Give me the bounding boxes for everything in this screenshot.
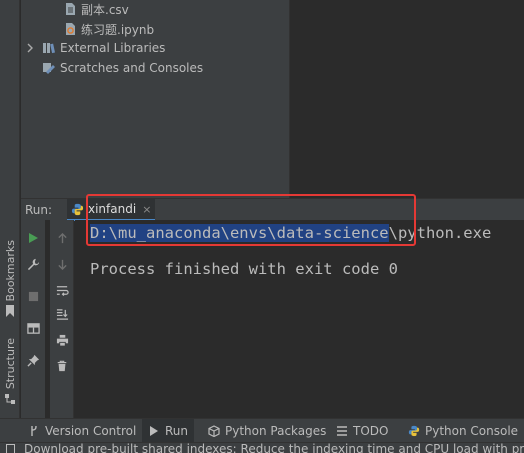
tab-run[interactable]: Run <box>142 419 195 443</box>
status-bar: Download pre-built shared indexes: Reduc… <box>0 442 524 453</box>
status-message[interactable]: Download pre-built shared indexes: Reduc… <box>24 443 524 453</box>
run-window-label: Run: <box>25 203 53 217</box>
clear-all-button[interactable] <box>54 358 70 374</box>
tree-item-label: 练习题.ipynb <box>81 22 155 37</box>
interpreter-exe: \python.exe <box>388 224 492 242</box>
console-line-command: D:\mu_anaconda\envs\data-science\python.… <box>90 224 491 242</box>
scroll-down-button[interactable] <box>54 256 70 272</box>
scroll-up-button[interactable] <box>54 230 70 246</box>
status-indicator-icon[interactable] <box>6 444 15 453</box>
tree-item-label: 副本.csv <box>81 2 129 17</box>
layout-icon <box>26 322 40 334</box>
run-toolbar-secondary <box>50 220 74 418</box>
scroll-to-end-button[interactable] <box>54 306 70 322</box>
tree-item-csv[interactable]: 副本.csv <box>63 0 129 19</box>
play-icon <box>29 233 38 243</box>
printer-icon <box>56 334 68 347</box>
python-icon <box>71 203 84 215</box>
editor-area <box>289 0 524 198</box>
pin-tab-button[interactable] <box>25 352 41 368</box>
tab-todo[interactable]: TODO <box>336 419 388 443</box>
soft-wrap-icon <box>56 285 69 296</box>
library-icon <box>43 43 55 54</box>
tree-item-scratches[interactable]: Scratches and Consoles <box>42 58 203 78</box>
bottom-tool-window-bar: Version Control Run Python Packages TODO… <box>0 418 524 443</box>
trash-icon <box>57 360 67 372</box>
chevron-right-icon[interactable] <box>25 43 35 53</box>
run-console-output[interactable]: D:\mu_anaconda\envs\data-science\python.… <box>75 220 524 418</box>
tree-item-label: External Libraries <box>60 41 166 55</box>
run-config-tab[interactable]: xinfandi × <box>67 199 156 221</box>
tab-label: TODO <box>353 424 389 438</box>
csv-file-icon <box>66 3 75 15</box>
version-control-icon <box>31 425 37 436</box>
soft-wrap-button[interactable] <box>54 282 70 298</box>
tab-label: Python Packages <box>225 424 327 438</box>
tree-item-label: Scratches and Consoles <box>60 61 204 75</box>
print-button[interactable] <box>54 332 70 348</box>
structure-label: Structure <box>3 338 17 390</box>
tab-version-control[interactable]: Version Control <box>28 419 136 443</box>
console-line-exit: Process finished with exit code 0 <box>90 260 398 278</box>
close-icon[interactable]: × <box>142 203 151 216</box>
structure-icon <box>5 394 15 405</box>
structure-tool-button[interactable]: Structure <box>2 338 18 405</box>
stop-button[interactable] <box>25 288 41 304</box>
left-tool-strip: Bookmarks Structure <box>0 0 20 418</box>
python-packages-icon <box>208 425 220 437</box>
edit-configuration-button[interactable] <box>25 256 41 272</box>
pin-icon <box>26 354 39 367</box>
tab-python-console[interactable]: Python Console <box>408 419 518 443</box>
tab-label: Python Console <box>425 424 519 438</box>
selected-interpreter-path: D:\mu_anaconda\envs\data-science <box>90 224 389 242</box>
run-window-header: Run: xinfandi × <box>21 198 524 221</box>
run-icon <box>150 426 158 436</box>
wrench-icon <box>27 258 39 270</box>
scroll-to-end-icon <box>56 308 68 320</box>
stop-icon <box>28 291 38 301</box>
todo-icon <box>337 426 347 436</box>
tree-item-notebook[interactable]: 练习题.ipynb <box>63 19 154 39</box>
tab-label: Run <box>165 424 189 438</box>
bookmarks-label: Bookmarks <box>3 240 17 302</box>
tab-python-packages[interactable]: Python Packages <box>208 419 326 443</box>
tab-label: Version Control <box>45 424 137 438</box>
notebook-file-icon <box>66 23 75 35</box>
bookmark-icon <box>6 305 14 318</box>
arrow-down-icon <box>57 259 67 270</box>
layout-button[interactable] <box>25 320 41 336</box>
rerun-button[interactable] <box>25 230 41 246</box>
run-tab-label: xinfandi <box>88 202 137 216</box>
tree-item-external-libraries[interactable]: External Libraries <box>25 38 165 58</box>
python-console-icon <box>408 425 420 437</box>
run-toolbar-primary <box>21 220 45 418</box>
bookmarks-tool-button[interactable]: Bookmarks <box>2 240 18 318</box>
arrow-up-icon <box>57 232 67 243</box>
project-tree-panel: 副本.csv 练习题.ipynb External Libraries Scra… <box>21 0 289 198</box>
scratches-icon <box>43 63 55 74</box>
